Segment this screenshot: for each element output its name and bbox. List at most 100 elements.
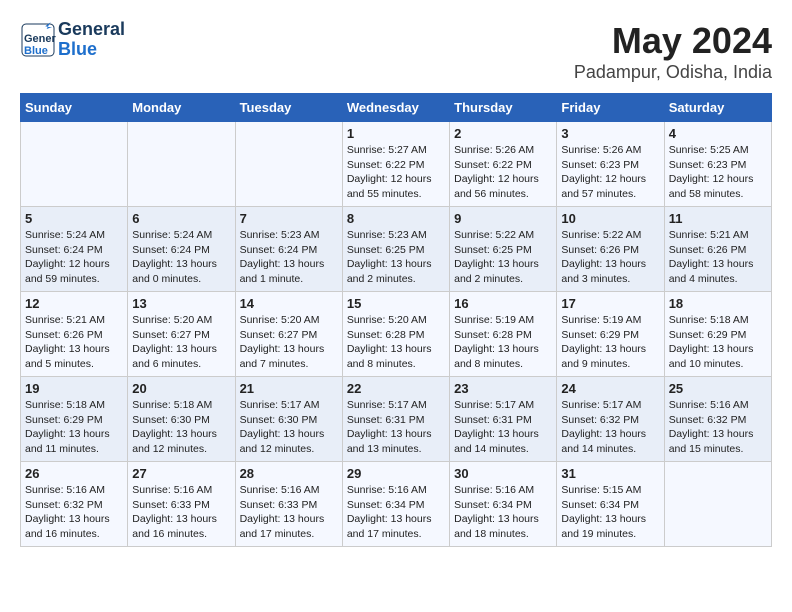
- day-number: 18: [669, 296, 767, 311]
- calendar-cell: 2Sunrise: 5:26 AM Sunset: 6:22 PM Daylig…: [450, 122, 557, 207]
- calendar-cell: 12 Sunrise: 5:21 AM Sunset: 6:26 PM Dayli…: [21, 292, 128, 377]
- calendar-cell: 28 Sunrise: 5:16 AM Sunset: 6:33 PM Dayli…: [235, 462, 342, 547]
- day-number: 13: [132, 296, 230, 311]
- calendar-cell: 14 Sunrise: 5:20 AM Sunset: 6:27 PM Dayli…: [235, 292, 342, 377]
- calendar-cell: 3 Sunrise: 5:26 AM Sunset: 6:23 PM Daylig…: [557, 122, 664, 207]
- logo-icon: General Blue: [20, 22, 56, 58]
- day-number: 29: [347, 466, 445, 481]
- day-number: 7: [240, 211, 338, 226]
- calendar-cell: 30 Sunrise: 5:16 AM Sunset: 6:34 PM Dayli…: [450, 462, 557, 547]
- cell-info: Sunrise: 5:21 AM Sunset: 6:26 PM Dayligh…: [669, 228, 767, 287]
- calendar-cell: 1 Sunrise: 5:27 AM Sunset: 6:22 PM Daylig…: [342, 122, 449, 207]
- calendar-cell: 19 Sunrise: 5:18 AM Sunset: 6:29 PM Dayli…: [21, 377, 128, 462]
- calendar-cell: 6 Sunrise: 5:24 AM Sunset: 6:24 PM Daylig…: [128, 207, 235, 292]
- day-number: 17: [561, 296, 659, 311]
- cell-info: Sunrise: 5:25 AM Sunset: 6:23 PM Dayligh…: [669, 143, 767, 202]
- day-number: 10: [561, 211, 659, 226]
- day-number: 31: [561, 466, 659, 481]
- svg-text:Blue: Blue: [24, 45, 48, 57]
- cell-info: Sunrise: 5:26 AM Sunset: 6:23 PM Dayligh…: [561, 143, 659, 202]
- cell-info: Sunrise: 5:20 AM Sunset: 6:27 PM Dayligh…: [132, 313, 230, 372]
- cell-info: Sunrise: 5:16 AM Sunset: 6:33 PM Dayligh…: [132, 483, 230, 542]
- calendar-cell: 31 Sunrise: 5:15 AM Sunset: 6:34 PM Dayli…: [557, 462, 664, 547]
- day-number: 14: [240, 296, 338, 311]
- week-row-4: 19 Sunrise: 5:18 AM Sunset: 6:29 PM Dayli…: [21, 377, 772, 462]
- cell-info: Sunrise: 5:16 AM Sunset: 6:32 PM Dayligh…: [669, 398, 767, 457]
- calendar-cell: 25 Sunrise: 5:16 AM Sunset: 6:32 PM Dayli…: [664, 377, 771, 462]
- day-number: 25: [669, 381, 767, 396]
- cell-info: Sunrise: 5:17 AM Sunset: 6:32 PM Dayligh…: [561, 398, 659, 457]
- cell-info: Sunrise: 5:20 AM Sunset: 6:28 PM Dayligh…: [347, 313, 445, 372]
- day-number: 19: [25, 381, 123, 396]
- calendar-cell: 15 Sunrise: 5:20 AM Sunset: 6:28 PM Dayli…: [342, 292, 449, 377]
- calendar-cell: [235, 122, 342, 207]
- header-wednesday: Wednesday: [342, 94, 449, 122]
- calendar-cell: 10 Sunrise: 5:22 AM Sunset: 6:26 PM Dayli…: [557, 207, 664, 292]
- cell-info: Sunrise: 5:21 AM Sunset: 6:26 PM Dayligh…: [25, 313, 123, 372]
- cell-info: Sunrise: 5:22 AM Sunset: 6:26 PM Dayligh…: [561, 228, 659, 287]
- cell-info: Sunrise: 5:24 AM Sunset: 6:24 PM Dayligh…: [25, 228, 123, 287]
- day-number: 30: [454, 466, 552, 481]
- header-sunday: Sunday: [21, 94, 128, 122]
- cell-info: Sunrise: 5:27 AM Sunset: 6:22 PM Dayligh…: [347, 143, 445, 202]
- calendar-cell: 26Sunrise: 5:16 AM Sunset: 6:32 PM Dayli…: [21, 462, 128, 547]
- calendar-cell: 24 Sunrise: 5:17 AM Sunset: 6:32 PM Dayli…: [557, 377, 664, 462]
- day-number: 8: [347, 211, 445, 226]
- day-number: 1: [347, 126, 445, 141]
- svg-text:General: General: [24, 33, 56, 45]
- cell-info: Sunrise: 5:23 AM Sunset: 6:25 PM Dayligh…: [347, 228, 445, 287]
- cell-info: Sunrise: 5:16 AM Sunset: 6:34 PM Dayligh…: [454, 483, 552, 542]
- header-saturday: Saturday: [664, 94, 771, 122]
- day-number: 22: [347, 381, 445, 396]
- calendar-cell: 20 Sunrise: 5:18 AM Sunset: 6:30 PM Dayli…: [128, 377, 235, 462]
- cell-info: Sunrise: 5:16 AM Sunset: 6:34 PM Dayligh…: [347, 483, 445, 542]
- calendar-cell: [21, 122, 128, 207]
- day-number: 26: [25, 466, 123, 481]
- day-number: 12: [25, 296, 123, 311]
- week-row-2: 5Sunrise: 5:24 AM Sunset: 6:24 PM Daylig…: [21, 207, 772, 292]
- cell-info: Sunrise: 5:18 AM Sunset: 6:29 PM Dayligh…: [25, 398, 123, 457]
- cell-info: Sunrise: 5:18 AM Sunset: 6:29 PM Dayligh…: [669, 313, 767, 372]
- cell-info: Sunrise: 5:17 AM Sunset: 6:31 PM Dayligh…: [347, 398, 445, 457]
- calendar-cell: 17Sunrise: 5:19 AM Sunset: 6:29 PM Dayli…: [557, 292, 664, 377]
- logo: General Blue General Blue: [20, 20, 125, 60]
- cell-info: Sunrise: 5:16 AM Sunset: 6:33 PM Dayligh…: [240, 483, 338, 542]
- calendar-table: SundayMondayTuesdayWednesdayThursdayFrid…: [20, 93, 772, 547]
- day-number: 21: [240, 381, 338, 396]
- calendar-cell: 5Sunrise: 5:24 AM Sunset: 6:24 PM Daylig…: [21, 207, 128, 292]
- calendar-cell: 13 Sunrise: 5:20 AM Sunset: 6:27 PM Dayli…: [128, 292, 235, 377]
- day-number: 15: [347, 296, 445, 311]
- day-number: 24: [561, 381, 659, 396]
- calendar-cell: 16Sunrise: 5:19 AM Sunset: 6:28 PM Dayli…: [450, 292, 557, 377]
- calendar-header-row: SundayMondayTuesdayWednesdayThursdayFrid…: [21, 94, 772, 122]
- day-number: 16: [454, 296, 552, 311]
- cell-info: Sunrise: 5:17 AM Sunset: 6:31 PM Dayligh…: [454, 398, 552, 457]
- day-number: 23: [454, 381, 552, 396]
- logo-line2: Blue: [58, 40, 125, 60]
- cell-info: Sunrise: 5:15 AM Sunset: 6:34 PM Dayligh…: [561, 483, 659, 542]
- day-number: 28: [240, 466, 338, 481]
- cell-info: Sunrise: 5:17 AM Sunset: 6:30 PM Dayligh…: [240, 398, 338, 457]
- calendar-cell: 9Sunrise: 5:22 AM Sunset: 6:25 PM Daylig…: [450, 207, 557, 292]
- header-monday: Monday: [128, 94, 235, 122]
- day-number: 3: [561, 126, 659, 141]
- logo-line1: General: [58, 20, 125, 40]
- day-number: 20: [132, 381, 230, 396]
- week-row-3: 12 Sunrise: 5:21 AM Sunset: 6:26 PM Dayli…: [21, 292, 772, 377]
- calendar-subtitle: Padampur, Odisha, India: [574, 62, 772, 83]
- day-number: 6: [132, 211, 230, 226]
- day-number: 11: [669, 211, 767, 226]
- header-tuesday: Tuesday: [235, 94, 342, 122]
- header-friday: Friday: [557, 94, 664, 122]
- cell-info: Sunrise: 5:18 AM Sunset: 6:30 PM Dayligh…: [132, 398, 230, 457]
- cell-info: Sunrise: 5:20 AM Sunset: 6:27 PM Dayligh…: [240, 313, 338, 372]
- header-thursday: Thursday: [450, 94, 557, 122]
- title-block: May 2024 Padampur, Odisha, India: [574, 20, 772, 83]
- page-header: General Blue General Blue May 2024 Padam…: [20, 20, 772, 83]
- day-number: 2: [454, 126, 552, 141]
- calendar-title: May 2024: [574, 20, 772, 62]
- calendar-cell: 29 Sunrise: 5:16 AM Sunset: 6:34 PM Dayli…: [342, 462, 449, 547]
- week-row-5: 26Sunrise: 5:16 AM Sunset: 6:32 PM Dayli…: [21, 462, 772, 547]
- cell-info: Sunrise: 5:24 AM Sunset: 6:24 PM Dayligh…: [132, 228, 230, 287]
- cell-info: Sunrise: 5:23 AM Sunset: 6:24 PM Dayligh…: [240, 228, 338, 287]
